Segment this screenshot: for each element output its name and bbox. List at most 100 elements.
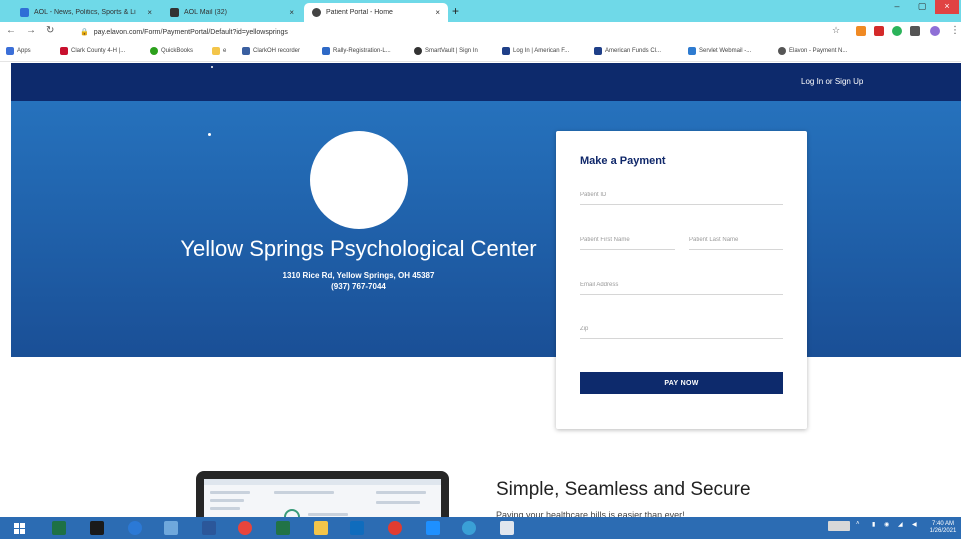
avatar[interactable] — [930, 26, 940, 36]
minimize-icon[interactable]: – — [885, 0, 909, 14]
bookmark-label: QuickBooks — [161, 48, 194, 54]
pay-now-button[interactable]: PAY NOW — [580, 372, 783, 394]
edge-icon[interactable] — [128, 521, 142, 535]
project-icon[interactable] — [276, 521, 290, 535]
smartvault-icon — [414, 47, 422, 55]
patient-id-input[interactable] — [580, 185, 783, 205]
apps-grid-icon — [6, 47, 14, 55]
people-icon[interactable] — [164, 521, 178, 535]
tab-patient-portal[interactable]: Patient Portal - Home × — [304, 3, 448, 22]
lock-icon: 🔒 — [80, 29, 89, 36]
extension-icon[interactable] — [892, 26, 902, 36]
close-window-icon[interactable]: × — [935, 0, 959, 14]
zip-input[interactable] — [580, 319, 783, 339]
aol-mail-icon — [170, 8, 179, 17]
bookmark-label: Log In | American F... — [513, 48, 570, 54]
browser-tab-strip: AOL - News, Politics, Sports & Li × AOL … — [0, 0, 961, 22]
email-input[interactable] — [580, 275, 783, 295]
webmail-icon — [688, 47, 696, 55]
payment-title: Make a Payment — [580, 155, 666, 167]
bookmark-label: Rally-Registration-L... — [333, 48, 391, 54]
chrome-icon[interactable] — [238, 521, 252, 535]
payment-card: Make a Payment PAY NOW — [556, 131, 807, 429]
bookmark-item[interactable]: Rally-Registration-L... — [322, 47, 391, 55]
bookmark-item[interactable]: QuickBooks — [150, 47, 193, 55]
bookmark-item[interactable]: e — [212, 47, 226, 55]
bookmark-item[interactable]: Elavon - Payment N... — [778, 47, 847, 55]
bookmark-label: Clark County 4-H |... — [71, 48, 126, 54]
address-bar-row: ← → ↻ 🔒 pay.elavon.com/Form/PaymentPorta… — [0, 22, 961, 42]
menu-dots-icon[interactable]: ⋮ — [950, 25, 960, 36]
chevron-up-icon[interactable]: ˄ — [856, 521, 860, 527]
close-tab-icon[interactable]: × — [435, 8, 440, 17]
bookmark-item[interactable]: Servlet Webmail -... — [688, 47, 751, 55]
url-text: pay.elavon.com/Form/PaymentPortal/Defaul… — [93, 28, 288, 36]
url-bar[interactable]: 🔒 pay.elavon.com/Form/PaymentPortal/Defa… — [80, 25, 820, 39]
zoom-icon[interactable] — [426, 521, 440, 535]
cloud-icon[interactable] — [388, 521, 402, 535]
login-link[interactable]: Log In — [801, 77, 823, 86]
bookmark-item[interactable]: SmartVault | Sign In — [414, 47, 478, 55]
edge-new-icon[interactable] — [462, 521, 476, 535]
word-icon[interactable] — [202, 521, 216, 535]
tab-aol[interactable]: AOL - News, Politics, Sports & Li × — [12, 3, 160, 22]
window-icon[interactable] — [500, 521, 514, 535]
bookmark-item[interactable]: American Funds Cl... — [594, 47, 661, 55]
patient-portal-icon — [312, 8, 321, 17]
bookmark-item[interactable]: ClarkOH recorder — [242, 47, 300, 55]
bookmark-label: American Funds Cl... — [605, 48, 662, 54]
american-funds-icon — [594, 47, 602, 55]
folder-icon — [212, 47, 220, 55]
bookmark-star-icon[interactable]: ☆ — [832, 25, 840, 36]
patient-last-name-input[interactable] — [689, 230, 783, 250]
section-title: Simple, Seamless and Secure — [496, 479, 751, 500]
site-header: Log In or Sign Up — [11, 63, 961, 101]
signup-link[interactable]: Sign Up — [835, 77, 863, 86]
mail-icon[interactable] — [350, 521, 364, 535]
elavon-icon — [778, 47, 786, 55]
aol-icon — [20, 8, 29, 17]
reload-icon[interactable]: ↻ — [46, 25, 54, 36]
back-arrow-icon[interactable]: ← — [6, 25, 16, 36]
bookmark-item[interactable]: Log In | American F... — [502, 47, 569, 55]
bookmark-label: SmartVault | Sign In — [425, 48, 478, 54]
windows-taskbar: ˄ ▮ ◉ ◢ ◀ 7:40 AM 1/26/2021 — [0, 517, 961, 539]
network-icon[interactable]: ◉ — [884, 521, 889, 528]
battery-icon[interactable]: ▮ — [872, 521, 875, 528]
bookmark-label: ClarkOH recorder — [253, 48, 301, 54]
taskbar-clock[interactable]: 7:40 AM 1/26/2021 — [926, 521, 960, 535]
quickbooks-icon — [150, 47, 158, 55]
maximize-icon[interactable]: ▢ — [910, 0, 934, 14]
bookmark-item[interactable]: Clark County 4-H |... — [60, 47, 125, 55]
bookmark-apps[interactable]: Apps — [6, 47, 31, 55]
tab-title: Patient Portal - Home — [326, 9, 393, 16]
tab-aol-mail[interactable]: AOL Mail (32) × — [162, 3, 302, 22]
extension-icon[interactable] — [856, 26, 866, 36]
terminal-icon[interactable] — [90, 521, 104, 535]
keyboard-icon[interactable] — [828, 521, 850, 531]
windows-start-icon[interactable] — [14, 523, 25, 534]
wifi-icon[interactable]: ◢ — [898, 521, 903, 528]
new-tab-icon[interactable]: + — [452, 4, 459, 18]
puzzle-icon[interactable] — [910, 26, 920, 36]
practice-logo — [310, 131, 408, 229]
pdf-extension-icon[interactable] — [874, 26, 884, 36]
close-tab-icon[interactable]: × — [147, 8, 152, 17]
recorder-icon — [242, 47, 250, 55]
excel-icon[interactable] — [52, 521, 66, 535]
bookmarks-bar: Apps Clark County 4-H |... QuickBooks e … — [0, 42, 961, 62]
practice-name: Yellow Springs Psychological Center — [180, 236, 537, 261]
file-explorer-icon[interactable] — [314, 521, 328, 535]
or-text: or — [825, 77, 833, 86]
forward-arrow-icon[interactable]: → — [26, 25, 36, 36]
decorative-dot — [208, 133, 211, 136]
patient-first-name-input[interactable] — [580, 230, 675, 250]
clock-date: 1/26/2021 — [929, 528, 957, 534]
volume-icon[interactable]: ◀ — [912, 521, 917, 528]
practice-contact: 1310 Rice Rd, Yellow Springs, OH 45387 (… — [111, 270, 606, 292]
close-tab-icon[interactable]: × — [289, 8, 294, 17]
bookmark-label: Servlet Webmail -... — [699, 48, 752, 54]
clover-icon — [60, 47, 68, 55]
tab-title: AOL - News, Politics, Sports & Li — [34, 9, 136, 16]
hero-banner: Yellow Springs Psychological Center 1310… — [11, 101, 961, 357]
